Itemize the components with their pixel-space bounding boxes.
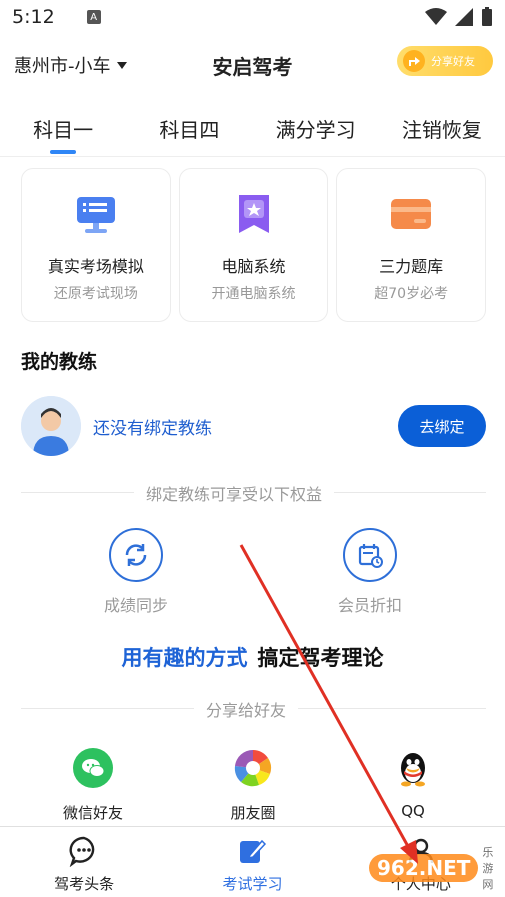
tab-subject-four[interactable]: 科目四 [126,100,252,156]
share-moments[interactable]: 朋友圈 [198,748,308,823]
city-selector[interactable]: 惠州市-小车 [14,52,127,78]
share-label: 微信好友 [62,804,123,822]
share-label: QQ [401,802,425,820]
benefit-label: 成绩同步 [103,596,168,615]
moments-icon [233,748,273,788]
card-subtitle: 开通电脑系统 [211,286,296,302]
chat-bubble-icon [69,836,95,867]
status-bar: 5:12 A [0,0,505,34]
status-icons [425,7,493,27]
sync-icon [109,528,163,582]
coach-avatar [21,396,81,456]
qq-icon [393,748,433,788]
nav-label: 考试学习 [222,875,283,893]
app-header: 惠州市-小车 安启驾考 分享好友 [0,40,505,90]
slogan-part-2: 搞定驾考理论 [257,646,384,670]
tab-subject-one[interactable]: 科目一 [0,100,126,156]
bind-coach-button[interactable]: 去绑定 [398,405,486,447]
card-three-skills[interactable]: 三力题库 超70岁必考 [336,168,487,322]
tab-full-score[interactable]: 满分学习 [253,100,379,156]
share-header: 分享给好友 [194,697,299,721]
tab-cancel-restore[interactable]: 注销恢复 [379,100,505,156]
caret-down-icon [116,61,127,69]
nav-label: 驾考头条 [54,875,115,893]
battery-icon [482,7,492,26]
slogan-part-1: 用有趣的方式 [121,646,248,670]
pencil-note-icon [240,839,267,863]
watermark-badge: 962.NET [369,854,479,882]
city-label: 惠州市-小车 [14,56,111,77]
site-watermark: 962.NET 乐游网 [369,843,499,893]
share-icon [403,50,425,72]
share-label: 分享好友 [431,55,475,68]
subject-tabs: 科目一 科目四 满分学习 注销恢复 [0,100,505,156]
card-icon [391,199,432,229]
watermark-sub: 乐游网 [482,846,494,891]
share-label: 朋友圈 [230,804,276,822]
wifi-icon [425,8,447,25]
calendar-discount-icon [343,528,397,582]
benefits-header: 绑定教练可享受以下权益 [134,481,335,505]
slogan: 用有趣的方式 搞定驾考理论 [0,642,505,672]
card-subtitle: 还原考试现场 [53,286,138,302]
share-wechat[interactable]: 微信好友 [38,748,148,823]
benefit-label: 会员折扣 [337,596,402,615]
nav-driving-news[interactable]: 驾考头条 [0,827,168,897]
nav-exam-study[interactable]: 考试学习 [168,827,336,897]
share-qq[interactable]: QQ [358,748,468,820]
signal-icon [455,8,473,26]
card-subtitle: 超70岁必考 [374,286,449,302]
card-exam-simulation[interactable]: 真实考场模拟 还原考试现场 [21,168,171,322]
card-computer-system[interactable]: 电脑系统 开通电脑系统 [178,168,329,322]
benefit-score-sync[interactable]: 成绩同步 [96,528,176,616]
my-coach-title: 我的教练 [21,351,98,373]
coach-status-text: 还没有绑定教练 [93,418,212,439]
feature-cards: 真实考场模拟 还原考试现场 电脑系统 开通电脑系统 三力题库 超70岁必考 [21,168,487,322]
card-title: 真实考场模拟 [47,257,144,276]
benefit-member-discount[interactable]: 会员折扣 [330,528,410,616]
monitor-icon [76,197,115,233]
status-time: 5:12 [12,6,55,28]
notification-a-icon: A [86,10,101,24]
bookmark-star-icon [238,195,269,233]
share-friends-button[interactable]: 分享好友 [397,46,493,76]
card-title: 电脑系统 [221,257,286,276]
wechat-icon [73,748,113,788]
tabs-divider [0,156,505,157]
coach-row: 还没有绑定教练 去绑定 [21,396,486,456]
card-title: 三力题库 [379,257,444,276]
